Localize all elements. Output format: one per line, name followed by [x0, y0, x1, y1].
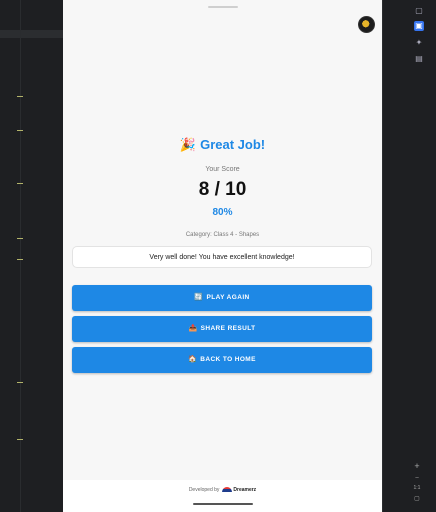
your-score-label: Your Score	[205, 166, 240, 173]
layout-inspector-icon[interactable]: ▣	[414, 21, 424, 31]
party-icon: 🎉	[179, 137, 197, 152]
tool-divider	[382, 0, 383, 512]
footer-prefix: Developed by	[188, 487, 220, 493]
share-result-label: SHARE RESULT	[200, 325, 256, 332]
gutter-divider	[20, 0, 21, 512]
avatar[interactable]	[358, 16, 375, 33]
tool-window-bar: ▢ ▣ ✦ ▤ + – 1:1 ▢	[382, 0, 436, 512]
gutter-marker	[17, 382, 23, 383]
gutter-marker	[17, 130, 23, 131]
navigation-bar	[63, 500, 382, 512]
file-icon[interactable]: ▤	[414, 54, 424, 64]
refresh-icon: 🔄	[194, 294, 204, 301]
share-result-button[interactable]: 📤 SHARE RESULT	[72, 316, 372, 342]
result-screen: 🎉 Great Job! Your Score 8 / 10 80% Catego…	[63, 0, 382, 480]
gutter-marker	[17, 96, 23, 97]
play-again-label: PLAY AGAIN	[206, 294, 250, 301]
feedback-card: Very well done! You have excellent knowl…	[72, 246, 372, 268]
sparkle-icon[interactable]: ✦	[414, 38, 424, 48]
zoom-out-button[interactable]: –	[412, 473, 422, 483]
back-to-home-label: BACK TO HOME	[200, 356, 256, 363]
share-icon: 📤	[188, 325, 198, 332]
score-value: 8 / 10	[198, 179, 247, 200]
category-label: Category: Class 4 - Shapes	[185, 232, 260, 238]
result-title-text: Great Job!	[200, 137, 266, 152]
device-screen: 🎉 Great Job! Your Score 8 / 10 80% Catego…	[63, 0, 382, 512]
gutter-marker	[17, 259, 23, 260]
notch	[208, 6, 238, 8]
brand-logo-icon	[222, 487, 233, 493]
score-percent: 80%	[212, 207, 233, 218]
editor-line-highlight	[0, 30, 63, 38]
gutter-marker	[17, 238, 23, 239]
home-icon: 🏠	[188, 356, 198, 363]
back-to-home-button[interactable]: 🏠 BACK TO HOME	[72, 347, 372, 373]
zoom-in-button[interactable]: +	[412, 461, 422, 471]
zoom-fit-button[interactable]: ▢	[412, 494, 422, 504]
editor-gutter	[0, 0, 63, 512]
zoom-reset-button[interactable]: 1:1	[412, 483, 422, 493]
device-icon[interactable]: ▢	[414, 6, 424, 16]
footer: Developed by Dreamerz	[63, 480, 382, 500]
feedback-message: Very well done! You have excellent knowl…	[149, 254, 295, 261]
play-again-button[interactable]: 🔄 PLAY AGAIN	[72, 285, 372, 311]
footer-brand[interactable]: Dreamerz	[233, 487, 256, 493]
result-title: 🎉 Great Job!	[63, 137, 382, 153]
home-indicator[interactable]	[193, 503, 253, 505]
gutter-marker	[17, 439, 23, 440]
gutter-marker	[17, 183, 23, 184]
